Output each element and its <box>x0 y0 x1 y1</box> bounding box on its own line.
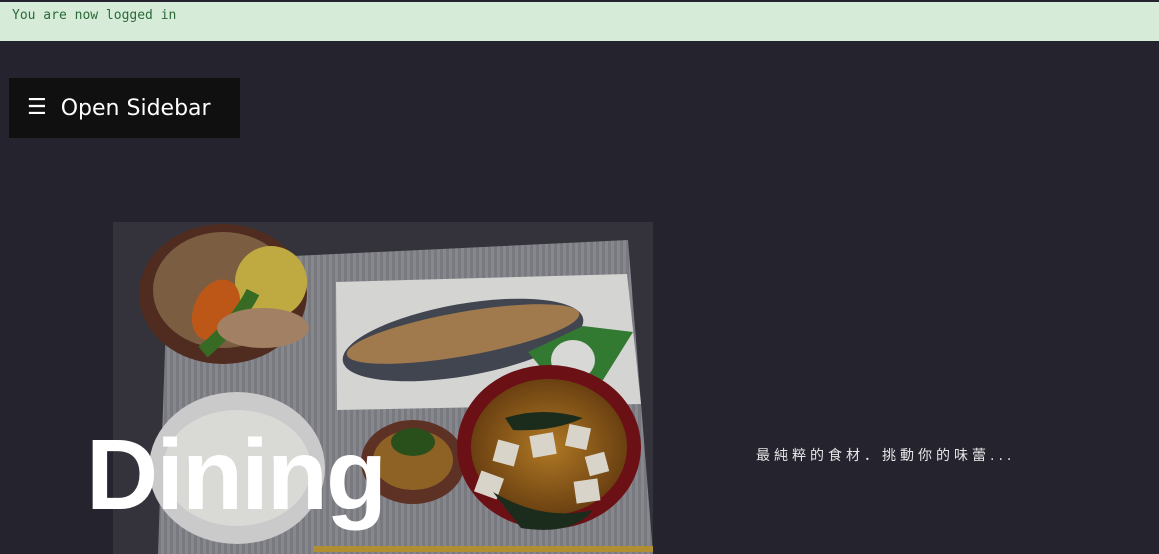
flash-text: You are now logged in <box>12 8 177 23</box>
open-sidebar-button[interactable]: ☰ Open Sidebar <box>9 78 240 138</box>
hero-title: Dining <box>86 419 387 531</box>
hero-tagline: 最純粹的食材．挑動你的味蕾... <box>756 448 1016 464</box>
open-sidebar-label: Open Sidebar <box>60 95 211 121</box>
hamburger-menu-icon: ☰ <box>27 95 47 120</box>
login-flash-message: You are now logged in <box>0 2 1159 41</box>
